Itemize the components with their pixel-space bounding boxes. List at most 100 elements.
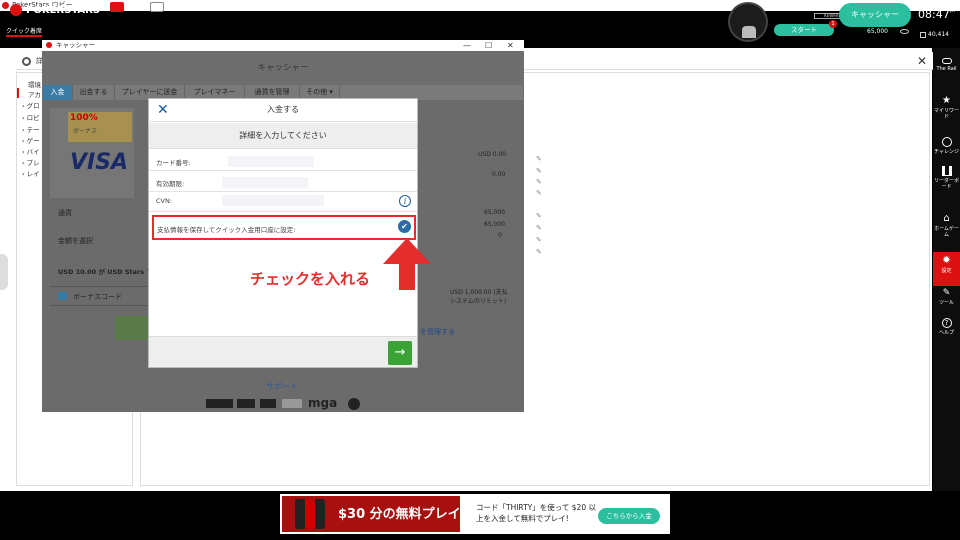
modal-footer <box>149 336 417 367</box>
spade-icon <box>10 4 22 16</box>
balance: 65,000 <box>867 28 888 35</box>
home-icon: ⌂ <box>943 213 950 224</box>
banner-text: コード「THIRTY」を使って $20 以上を入金して無料でプレイ! <box>476 503 596 523</box>
expiry-field[interactable] <box>222 177 308 188</box>
currency-label: 通貨 <box>58 209 72 217</box>
tab-withdraw[interactable]: 出金する <box>73 85 115 100</box>
support-link[interactable]: サポート <box>266 381 298 392</box>
tree-item[interactable]: › グロ <box>22 100 40 110</box>
close-icon[interactable]: ✕ <box>157 102 169 118</box>
edit-icon[interactable]: ✎ <box>536 212 542 220</box>
pokerstars-logo[interactable]: POKERSTARS <box>10 4 100 16</box>
tree-item[interactable]: › ゲー <box>22 135 40 145</box>
sidebar-item-the-rail[interactable]: The Rail <box>933 58 960 72</box>
tab-deposit[interactable]: 入金 <box>43 85 73 100</box>
expiry-label: 有効期限: <box>156 180 185 188</box>
tree-item[interactable]: › バイ <box>22 146 40 156</box>
poker-icon <box>110 2 124 12</box>
banner-headline: $30 分の無料プレイ <box>338 507 461 522</box>
gift-icon <box>58 292 67 300</box>
bonus-code-label: ボーナスコード <box>73 293 122 301</box>
target-icon <box>941 137 952 147</box>
balance-row: 65,000 <box>484 221 505 228</box>
balance-row: 65,000 <box>484 209 505 216</box>
cvn-label: CVN: <box>156 197 173 205</box>
tree-item[interactable]: 環境 <box>28 79 41 89</box>
edit-icon[interactable]: ✎ <box>536 248 542 256</box>
tree-active-marker <box>17 88 19 98</box>
tree-item[interactable]: アカ <box>28 89 41 99</box>
edit-icon[interactable]: ✎ <box>536 236 542 244</box>
footer-logo <box>260 399 276 408</box>
cashier-titlebar: キャッシャー <box>42 40 524 51</box>
eye-icon[interactable] <box>900 29 909 34</box>
manage-link[interactable]: を管理する <box>420 327 455 337</box>
cashier-button[interactable]: キャッシャー <box>839 3 911 27</box>
footer-logo <box>206 399 233 408</box>
modal-title: 入金する <box>148 98 418 122</box>
tree-item[interactable]: › プレ <box>22 157 40 167</box>
cashier-header: キャッシャー <box>42 51 524 85</box>
save-payment-label: 支払情報を保存してクイック入金用口座に設定: <box>157 226 296 234</box>
sidebar-item-settings[interactable]: ✹ 設定 <box>933 256 960 275</box>
promo-sub: ボーナス <box>73 128 98 135</box>
tree-item[interactable]: › テー <box>22 124 40 134</box>
banner-deposit-button[interactable]: こちらから入金 <box>598 508 660 524</box>
promo-percent: 100% <box>70 113 98 123</box>
edit-icon[interactable]: ✎ <box>536 167 542 175</box>
subnav-quick-seat[interactable]: クイック着席 <box>6 26 43 37</box>
start-button[interactable]: スタート <box>774 24 834 36</box>
annotation-text: チェックを入れる <box>250 270 371 288</box>
edit-icon[interactable]: ✎ <box>536 178 542 186</box>
tree-item[interactable]: › レイ <box>22 168 40 178</box>
wrench-icon: ✎ <box>942 288 951 298</box>
sidebar-item-home-games[interactable]: ⌂ ホームゲーム <box>933 213 960 239</box>
card-number-field[interactable] <box>228 156 314 167</box>
close-icon[interactable]: ✕ <box>507 40 514 51</box>
maximize-icon[interactable]: ☐ <box>485 40 492 51</box>
zero-balance: 0.00 <box>492 171 506 178</box>
sidebar-item-rewards[interactable]: ★ マイリワード <box>933 96 960 121</box>
left-rail-handle[interactable] <box>0 254 8 290</box>
edit-icon[interactable]: ✎ <box>536 224 542 232</box>
avatar-icon <box>742 26 756 38</box>
close-icon[interactable]: ✕ <box>917 54 927 68</box>
cvn-field[interactable] <box>222 195 324 206</box>
sidebar-item-leaderboard[interactable]: リーダーボード <box>933 166 960 190</box>
footer-logo <box>282 399 302 408</box>
usd-balance: USD 0.00 <box>478 151 507 158</box>
amount-label: 金額を選択 <box>58 237 93 245</box>
nav-casino[interactable]: カジノ <box>150 2 188 12</box>
nav-poker[interactable]: ポーカー <box>110 2 155 12</box>
deposit-button-ghost <box>115 316 151 340</box>
sidebar-item-challenges[interactable]: チャレンジ <box>933 137 960 155</box>
pokerstars-app-icon <box>46 42 52 48</box>
rewards-logo: ♠ POKERSTARS <box>776 4 833 12</box>
players-icon <box>920 31 926 38</box>
card-number-label: カード番号: <box>156 159 191 167</box>
leaderboard-icon <box>941 166 952 176</box>
gear-icon <box>22 57 31 66</box>
save-payment-checkbox[interactable]: ✔ <box>398 220 411 233</box>
online-count: 40,414 <box>920 31 949 38</box>
annotation-arrow-shaft <box>399 260 415 290</box>
sidebar-item-tools[interactable]: ✎ ツール <box>933 288 960 306</box>
clock: 08:47JST <box>918 8 956 21</box>
modal-subtitle: 詳細を入力してください <box>149 123 417 149</box>
help-icon: ? <box>941 318 952 328</box>
info-icon[interactable]: i <box>399 195 411 207</box>
visa-logo[interactable]: VISA <box>70 150 128 175</box>
casino-icon <box>150 2 164 12</box>
sidebar-item-help[interactable]: ? ヘルプ <box>933 318 960 336</box>
edit-icon[interactable]: ✎ <box>536 155 542 163</box>
mga-logo: mga <box>308 396 338 410</box>
edit-icon[interactable]: ✎ <box>536 189 542 197</box>
rail-icon <box>941 58 952 64</box>
next-button[interactable]: → <box>388 341 412 365</box>
minimize-icon[interactable]: — <box>463 40 471 51</box>
limit-note: USD 1,000.00 (支払システムのリミット) <box>450 289 508 305</box>
tree-item[interactable]: › ロビ <box>22 112 40 122</box>
start-badge: 1 <box>829 20 837 28</box>
gift-box-icon <box>295 499 325 529</box>
footer-logo <box>237 399 255 408</box>
